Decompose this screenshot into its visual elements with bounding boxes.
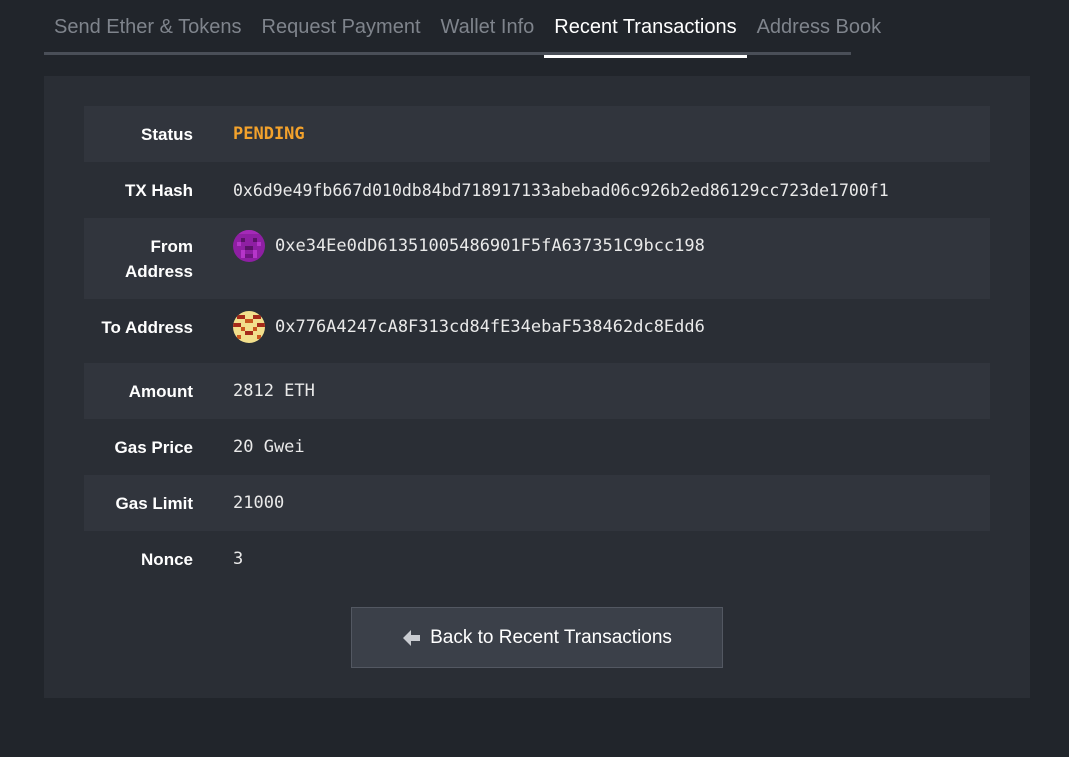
tab-recent-transactions[interactable]: Recent Transactions [544,0,747,58]
tab-request-payment[interactable]: Request Payment [252,0,431,55]
to-address-value-wrap: 0x776A4247cA8F313cd84fE34ebaF538462dc8Ed… [233,311,705,343]
back-to-recent-transactions-button[interactable]: Back to Recent Transactions [351,607,723,668]
to-address-label: To Address [101,318,193,337]
from-address-value[interactable]: 0xe34Ee0dD61351005486901F5fA637351C9bcc1… [275,234,705,259]
to-address-value[interactable]: 0x776A4247cA8F313cd84fE34ebaF538462dc8Ed… [275,315,705,340]
gas-price-row: Gas Price 20 Gwei [84,419,990,475]
to-address-row: To Address 0x776A4247cA8F313cd84fE34ebaF… [84,299,990,363]
back-button-label: Back to Recent Transactions [430,626,672,648]
nonce-label: Nonce [141,550,193,569]
from-address-value-wrap: 0xe34Ee0dD61351005486901F5fA637351C9bcc1… [233,230,705,262]
amount-value: 2812 ETH [233,381,315,401]
gas-price-label: Gas Price [114,438,193,457]
arrow-left-icon [402,629,422,647]
nonce-row: Nonce 3 [84,531,990,587]
from-label-line2: Address [124,262,193,281]
status-label: Status [141,125,193,144]
nonce-value: 3 [233,549,244,569]
gas-price-value: 20 Gwei [233,437,305,457]
gas-limit-label: Gas Limit [115,494,193,513]
from-address-label: From Address [84,234,193,284]
from-address-row: From Address 0xe34Ee0dD61351005486901F5f… [84,218,990,299]
tab-wallet-info[interactable]: Wallet Info [431,0,545,55]
status-row: Status PENDING [84,106,990,162]
from-identicon-icon [233,230,265,262]
status-value: PENDING [233,124,305,144]
tab-bar: Send Ether & Tokens Request Payment Wall… [44,0,881,58]
transaction-details-panel: Status PENDING TX Hash 0x6d9e49fb667d010… [44,76,1030,698]
to-identicon-icon [233,311,265,343]
tx-hash-row: TX Hash 0x6d9e49fb667d010db84bd718917133… [84,162,990,218]
from-label-line1: From [150,237,194,256]
tab-address-book[interactable]: Address Book [747,0,892,55]
tx-hash-value[interactable]: 0x6d9e49fb667d010db84bd718917133abebad06… [233,178,889,203]
tx-hash-label: TX Hash [124,181,193,200]
gas-limit-row: Gas Limit 21000 [84,475,990,531]
gas-limit-value: 21000 [233,493,285,513]
amount-row: Amount 2812 ETH [84,363,990,419]
amount-label: Amount [128,382,193,401]
tab-send-ether-tokens[interactable]: Send Ether & Tokens [44,0,252,55]
transaction-details-table: Status PENDING TX Hash 0x6d9e49fb667d010… [84,106,990,587]
